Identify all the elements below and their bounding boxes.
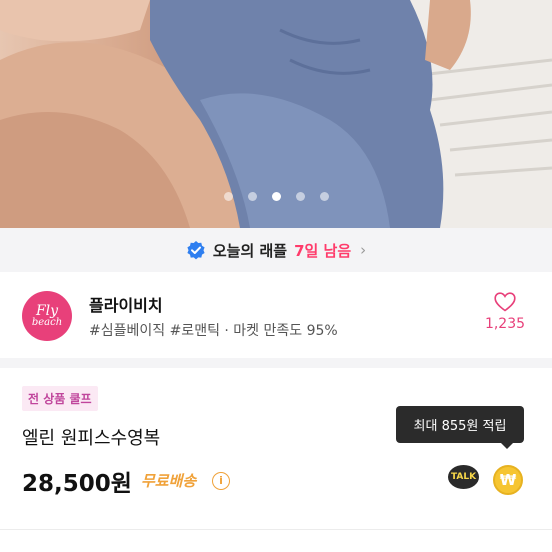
- divider-line: [0, 529, 552, 530]
- raffle-remaining: 7일 남음: [294, 241, 352, 260]
- raffle-banner[interactable]: 오늘의 래플 7일 남음 ›: [0, 228, 552, 272]
- carousel-indicator: [0, 192, 552, 201]
- sale-badge: 전 상품 쿨프: [22, 386, 98, 411]
- heart-icon: [494, 292, 516, 312]
- like-button[interactable]: 1,235: [480, 292, 530, 332]
- carousel-dot-active[interactable]: [271, 192, 281, 201]
- store-logo-text: Fly: [35, 302, 59, 319]
- reward-tooltip: 최대 855원 적립: [396, 406, 524, 449]
- carousel-dot[interactable]: [223, 192, 233, 201]
- store-name[interactable]: 플라이비치: [89, 292, 163, 316]
- store-tags: #심플베이직 #로맨틱 · 마켓 만족도 95%: [89, 323, 338, 339]
- chevron-right-icon: ›: [360, 241, 367, 259]
- store-logo-subtext: beach: [31, 316, 63, 328]
- product-name: 엘린 원피스수영복: [22, 428, 161, 449]
- product-price: 28,500원: [22, 471, 132, 497]
- carousel-dot[interactable]: [319, 192, 329, 201]
- section-divider: [0, 358, 552, 368]
- like-count: 1,235: [484, 316, 526, 332]
- store-logo[interactable]: Fly beach: [22, 291, 72, 341]
- carousel-dot[interactable]: [247, 192, 257, 201]
- product-image[interactable]: [0, 0, 552, 228]
- raffle-label: 오늘의 래플: [212, 241, 288, 260]
- verified-check-icon: [187, 241, 205, 260]
- shipping-label: 무료배송: [141, 472, 197, 490]
- coin-icon[interactable]: ₩: [493, 465, 523, 495]
- talk-icon: TALK: [448, 465, 479, 489]
- kakao-talk-button[interactable]: TALK: [448, 465, 479, 492]
- store-row: Fly beach 플라이비치 #심플베이직 #로맨틱 · 마켓 만족도 95%…: [0, 272, 552, 358]
- carousel-dot[interactable]: [295, 192, 305, 201]
- info-icon[interactable]: i: [212, 472, 230, 490]
